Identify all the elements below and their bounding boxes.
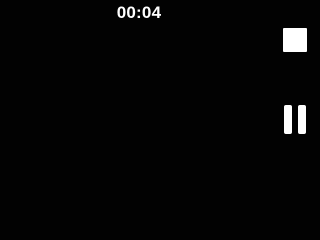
pause-bar-right bbox=[298, 104, 306, 134]
pause-bar-left bbox=[284, 104, 292, 134]
pause-icon bbox=[282, 104, 308, 134]
pause-recording-button[interactable] bbox=[281, 104, 309, 134]
stop-icon bbox=[282, 27, 307, 52]
stop-recording-button[interactable] bbox=[282, 27, 307, 52]
camera-viewfinder: 00:04 bbox=[0, 0, 320, 240]
recording-timer: 00:04 bbox=[116, 3, 162, 22]
